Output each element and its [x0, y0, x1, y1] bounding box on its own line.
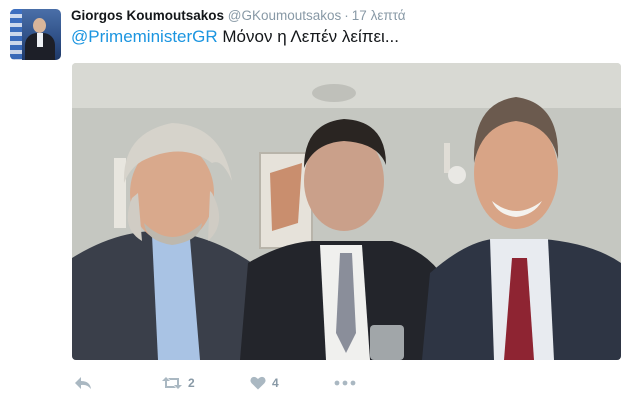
tweet-body: Μόνον η Λεπέν λείπει...	[217, 27, 400, 46]
meta-separator: ·	[344, 8, 349, 23]
author-handle[interactable]: @GKoumoutsakos	[228, 8, 342, 23]
tweet-timestamp[interactable]: 17 λεπτά	[352, 8, 406, 23]
more-icon	[334, 380, 356, 386]
tweet-header: Giorgos Koumoutsakos @GKoumoutsakos · 17 λ…	[71, 8, 406, 26]
tweet-text: @PrimeministerGR Μόνον η Λεπέν λείπει...	[71, 27, 399, 47]
like-button[interactable]: 4	[250, 372, 279, 394]
author-name[interactable]: Giorgos Koumoutsakos	[71, 8, 224, 23]
avatar-flag	[10, 9, 22, 60]
retweet-icon	[162, 377, 182, 389]
avatar[interactable]	[10, 9, 61, 60]
retweet-button[interactable]: 2	[162, 372, 195, 394]
mention-link[interactable]: @PrimeministerGR	[71, 27, 218, 46]
photo-illustration	[72, 63, 621, 360]
tweet-actions: 2 4	[72, 372, 372, 396]
retweet-count: 2	[188, 376, 195, 390]
heart-icon	[250, 376, 266, 390]
reply-button[interactable]	[74, 372, 92, 394]
reply-icon	[75, 377, 91, 389]
like-count: 4	[272, 376, 279, 390]
more-button[interactable]	[334, 372, 356, 394]
tweet-photo[interactable]	[72, 63, 621, 360]
avatar-shirt	[37, 33, 43, 47]
avatar-head	[33, 18, 46, 33]
